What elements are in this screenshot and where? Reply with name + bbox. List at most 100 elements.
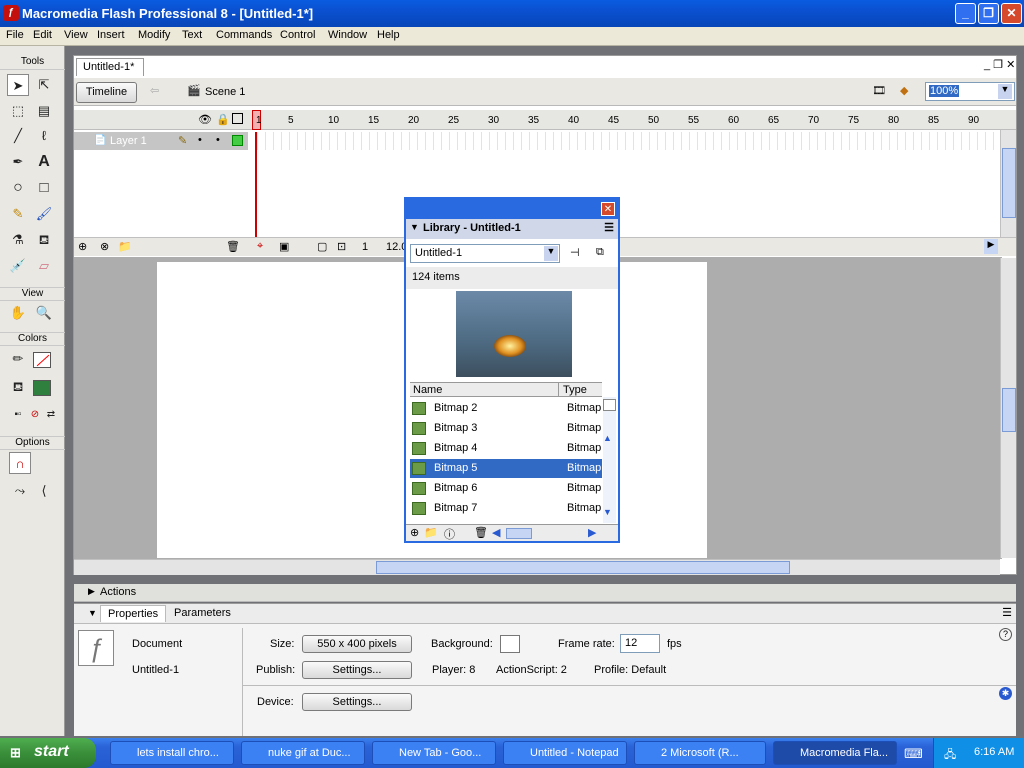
snap-magnet-icon[interactable]: ∩ (9, 452, 31, 474)
line-tool-icon[interactable]: ╱ (7, 125, 29, 147)
layer-pencil-icon[interactable]: ✎ (178, 134, 187, 147)
frame-number[interactable]: 10 (328, 115, 339, 126)
layer-row[interactable]: 📄 Layer 1 ✎ • • (74, 132, 248, 150)
accessibility-icon[interactable]: ✱ (999, 687, 1012, 700)
frame-number[interactable]: 5 (288, 115, 294, 126)
frame-number[interactable]: 60 (728, 115, 739, 126)
fill-color-icon[interactable]: ⛾ (7, 376, 29, 398)
brush-tool-icon[interactable]: 🖌 (33, 203, 55, 225)
minimize-button[interactable]: _ (955, 3, 976, 24)
menu-window[interactable]: Window (328, 29, 367, 41)
stage-hscroll[interactable] (74, 559, 1000, 575)
gradient-transform-tool-icon[interactable]: ▤ (33, 100, 55, 122)
size-button[interactable]: 550 x 400 pixels (302, 635, 412, 653)
actions-panel[interactable]: ▶ Actions (74, 584, 1016, 602)
close-icon[interactable]: ✕ (601, 202, 615, 216)
background-color-swatch[interactable] (500, 635, 520, 653)
scroll-thumb[interactable] (376, 561, 790, 574)
menu-insert[interactable]: Insert (97, 29, 125, 41)
straighten-icon[interactable]: ⟨ (33, 480, 55, 502)
timeline-button[interactable]: Timeline (76, 82, 137, 103)
zoom-select[interactable]: 100% ▼ (925, 82, 1015, 101)
smooth-icon[interactable]: ⤳ (9, 480, 31, 502)
scroll-up-box-icon[interactable] (603, 399, 616, 411)
stroke-color-swatch[interactable] (33, 352, 51, 368)
frame-number[interactable]: 70 (808, 115, 819, 126)
frame-number[interactable]: 75 (848, 115, 859, 126)
menu-edit[interactable]: Edit (33, 29, 52, 41)
expand-triangle-icon[interactable]: ▶ (88, 586, 95, 597)
scroll-thumb[interactable] (506, 528, 532, 539)
menu-file[interactable]: File (6, 29, 24, 41)
frame-number[interactable]: 30 (488, 115, 499, 126)
oval-tool-icon[interactable]: ○ (7, 177, 29, 199)
lasso-tool-icon[interactable]: ℓ (33, 125, 55, 147)
taskbar-item[interactable]: lets install chro... (110, 741, 234, 765)
help-icon[interactable]: ? (999, 628, 1012, 641)
zoom-tool-icon[interactable]: 🔍 (33, 302, 55, 324)
add-motion-guide-icon[interactable]: ⊗ (100, 240, 109, 253)
menu-text[interactable]: Text (182, 29, 202, 41)
menu-commands[interactable]: Commands (216, 29, 272, 41)
frame-number[interactable]: 45 (608, 115, 619, 126)
pencil-tool-icon[interactable]: ✎ (7, 203, 29, 225)
library-item[interactable]: Bitmap 2 Bitmap (410, 399, 602, 418)
back-arrow-icon[interactable]: ⇦ (150, 84, 159, 97)
library-item-selected[interactable]: Bitmap 5 Bitmap (410, 459, 602, 478)
taskbar-item[interactable]: Untitled - Notepad (503, 741, 627, 765)
frame-number[interactable]: 90 (968, 115, 979, 126)
selection-tool-icon[interactable]: ➤ (7, 74, 29, 96)
library-vscroll[interactable]: ▲ ▼ (603, 397, 616, 523)
chevron-down-icon[interactable]: ▼ (998, 84, 1012, 99)
menu-modify[interactable]: Modify (138, 29, 170, 41)
scroll-left-icon[interactable]: ◀ (492, 526, 500, 539)
onion-skin-outlines-icon[interactable]: ▢ (317, 240, 327, 253)
menu-help[interactable]: Help (377, 29, 400, 41)
properties-icon[interactable]: ⓘ (444, 526, 455, 542)
taskbar-item[interactable]: 2 Microsoft (R... (634, 741, 766, 765)
stage-vscroll[interactable] (1000, 258, 1016, 558)
ink-bottle-tool-icon[interactable]: ⚗ (7, 229, 29, 251)
frame-number[interactable]: 80 (888, 115, 899, 126)
library-item[interactable]: Bitmap 4 Bitmap (410, 439, 602, 458)
lock-icon[interactable]: 🔒 (216, 113, 230, 126)
publish-settings-button[interactable]: Settings... (302, 661, 412, 679)
text-tool-icon[interactable]: A (33, 151, 55, 173)
outline-icon[interactable] (232, 113, 243, 124)
pin-icon[interactable]: ⊣ (570, 246, 580, 259)
hand-tool-icon[interactable]: ✋ (7, 302, 29, 324)
frame-number[interactable]: 35 (528, 115, 539, 126)
options-menu-icon[interactable]: ☰ (604, 221, 614, 234)
start-button[interactable]: ⊞ start (0, 738, 96, 768)
scroll-down-icon[interactable]: ▼ (603, 507, 612, 517)
frame-number[interactable]: 1 (256, 115, 262, 126)
scroll-right-icon[interactable]: ▶ (984, 239, 998, 254)
library-item[interactable]: Bitmap 7 Bitmap (410, 499, 602, 518)
taskbar-item-active[interactable]: Macromedia Fla... (773, 741, 897, 765)
taskbar-item[interactable]: nuke gif at Duc... (241, 741, 365, 765)
edit-multiple-frames-icon[interactable]: ⊡ (337, 240, 346, 253)
new-folder-icon[interactable]: 📁 (424, 526, 438, 539)
rectangle-tool-icon[interactable]: □ (33, 177, 55, 199)
insert-layer-folder-icon[interactable]: 📁 (118, 240, 132, 253)
delete-layer-icon[interactable]: 🗑 (226, 240, 240, 253)
collapse-triangle-icon[interactable]: ▼ (410, 222, 419, 232)
frame-number[interactable]: 55 (688, 115, 699, 126)
frame-number[interactable]: 20 (408, 115, 419, 126)
delete-icon[interactable]: 🗑 (474, 526, 488, 539)
library-item[interactable]: Bitmap 3 Bitmap (410, 419, 602, 438)
col-name[interactable]: Name (413, 384, 442, 396)
scroll-thumb[interactable] (1002, 388, 1016, 432)
frame-number[interactable]: 50 (648, 115, 659, 126)
eyedropper-tool-icon[interactable]: 💉 (7, 255, 29, 277)
frame-number[interactable]: 15 (368, 115, 379, 126)
edit-scene-icon[interactable]: 🎞 (872, 84, 886, 97)
fill-color-swatch[interactable] (33, 380, 51, 396)
tab-parameters[interactable]: Parameters (174, 607, 231, 619)
center-frame-icon[interactable]: ⌖ (257, 240, 263, 253)
edit-symbols-icon[interactable]: ◆ (900, 84, 908, 97)
layer-outline-swatch[interactable] (232, 135, 243, 146)
eraser-tool-icon[interactable]: ▱ (33, 255, 55, 277)
stroke-color-icon[interactable]: ✏ (7, 348, 29, 370)
subselection-tool-icon[interactable]: ⇱ (33, 74, 55, 96)
